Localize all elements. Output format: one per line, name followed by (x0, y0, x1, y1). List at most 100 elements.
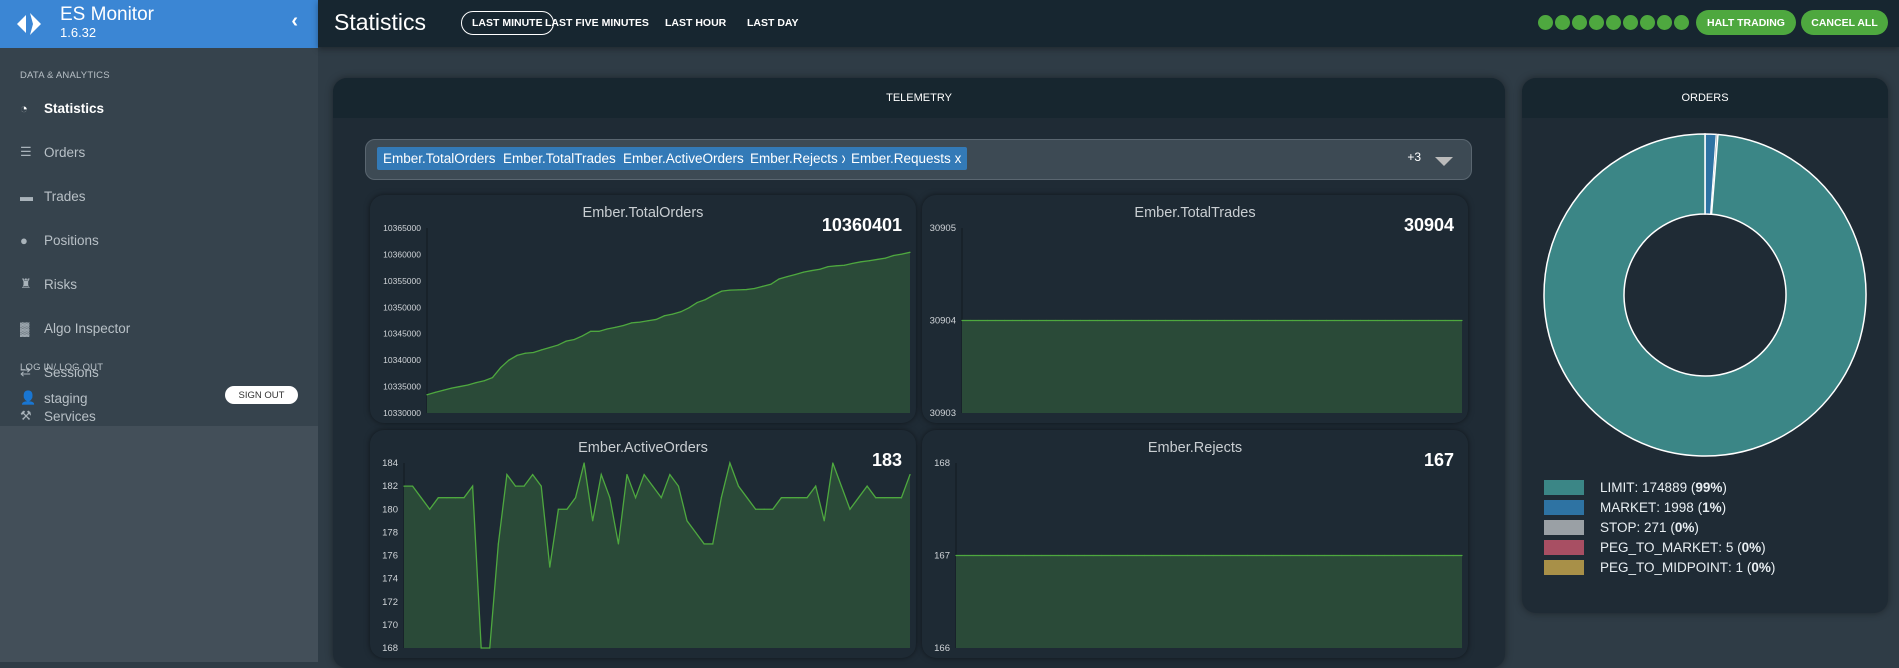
data-point (802, 271, 805, 273)
data-point (1015, 554, 1017, 557)
chart-card-activeorders: 184 182 180 178 176 174 172 170 168 Ember.ActiveO… (370, 430, 916, 658)
sidebar-item-label: Risks (44, 276, 77, 292)
data-point (1063, 319, 1065, 322)
dropdown-caret-icon[interactable] (1435, 157, 1453, 166)
data-point (1024, 554, 1026, 557)
data-point (574, 497, 577, 499)
data-point (704, 299, 706, 301)
legend-item: STOP: 271 (0%) (1544, 520, 1699, 535)
halt-trading-button[interactable]: HALT TRADING (1696, 10, 1796, 35)
data-point (557, 508, 559, 510)
data-point (1307, 554, 1309, 557)
dashboard-icon: ◔ (20, 100, 28, 116)
data-point (622, 324, 625, 327)
sidebar-menu: ES Monitor 1.6.32 ‹ DATA & ANALYTICS ◔ St… (0, 0, 318, 426)
data-point (1003, 319, 1005, 322)
sign-out-button[interactable]: SIGN OUT (225, 386, 298, 404)
data-point (1385, 319, 1387, 322)
data-point (442, 389, 444, 391)
data-point (598, 330, 600, 332)
data-point (1092, 554, 1094, 557)
data-point (459, 385, 461, 388)
sidebar-item-statistics[interactable]: ◔ Statistics (20, 96, 104, 120)
legend-value: 1998 (1663, 500, 1694, 515)
status-indicator-dot (1555, 15, 1570, 30)
chart-title: Ember.TotalTrades (1134, 205, 1256, 221)
data-point (1096, 319, 1099, 322)
y-tick-label: 170 (382, 620, 398, 631)
remove-tag-button[interactable]: x (955, 151, 962, 166)
data-point (663, 315, 666, 317)
data-point (506, 473, 508, 476)
range-last-day[interactable]: LAST DAY (736, 11, 810, 35)
data-point (1118, 554, 1120, 557)
y-tick-label: 10360000 (383, 249, 421, 259)
metric-select[interactable]: +3 Ember.TotalOrders xEmber.TotalTrades … (365, 139, 1472, 180)
y-tick-label: 10335000 (383, 382, 421, 392)
data-point (1139, 319, 1141, 322)
sidebar-item-label: Positions (44, 232, 99, 248)
y-tick-label: 176 (382, 551, 398, 562)
data-point (1058, 554, 1060, 557)
y-tick-label: 10340000 (383, 355, 421, 365)
data-point (583, 462, 585, 464)
data-point (475, 382, 477, 384)
data-point (1427, 554, 1429, 557)
range-last-five-minutes[interactable]: LAST FIVE MINUTES (534, 11, 660, 35)
telemetry-title: TELEMETRY (333, 78, 1505, 118)
metric-tag: Ember.Rejects x (744, 147, 855, 170)
data-point (1229, 554, 1232, 557)
card-icon: ▬ (20, 188, 33, 204)
sidebar-item-algo-inspector[interactable]: ▓ Algo Inspector (20, 316, 130, 340)
legend-item: PEG_TO_MARKET: 5 (0%) (1544, 540, 1766, 555)
sidebar-item-positions[interactable]: ● Positions (20, 228, 99, 252)
data-point (763, 508, 765, 510)
sidebar-item-trades[interactable]: ▬ Trades (20, 184, 86, 208)
data-point (1325, 319, 1328, 322)
data-point (1195, 554, 1197, 557)
data-point (549, 346, 551, 349)
bar-chart-icon: ▓ (20, 320, 30, 336)
data-point (770, 283, 772, 285)
range-last-hour[interactable]: LAST HOUR (654, 11, 737, 35)
data-point (532, 351, 535, 354)
data-point (1152, 554, 1154, 557)
legend-swatch (1544, 540, 1584, 555)
data-point (437, 497, 439, 499)
cancel-all-button[interactable]: CANCEL ALL (1801, 10, 1888, 35)
data-point (1444, 554, 1446, 557)
pie-slice-limit (1543, 133, 1867, 457)
sidebar-item-orders[interactable]: ☰ Orders (20, 140, 85, 164)
brand-header: ES Monitor 1.6.32 ‹ (0, 0, 318, 48)
metric-tag-label: Ember.Requests (851, 151, 951, 166)
data-point (900, 497, 903, 499)
data-point (1037, 319, 1039, 322)
data-point (794, 273, 796, 276)
data-point (1113, 319, 1116, 322)
sidebar-item-risks[interactable]: ♜ Risks (20, 272, 77, 296)
data-point (1264, 554, 1266, 557)
data-point (978, 319, 980, 322)
data-point (995, 319, 997, 322)
y-tick-label: 10345000 (383, 329, 421, 339)
data-point (1402, 319, 1404, 322)
collapse-sidebar-button[interactable]: ‹ (291, 10, 298, 33)
data-point (712, 294, 715, 296)
y-tick-label: 166 (934, 643, 950, 654)
data-point (827, 265, 829, 268)
sidebar-item-label: Orders (44, 144, 86, 160)
legend-swatch (1544, 560, 1584, 575)
metric-tag-label: Ember.TotalTrades (503, 151, 616, 166)
data-point (989, 554, 991, 557)
data-point (963, 554, 966, 557)
data-point (1375, 554, 1377, 557)
y-tick-label: 167 (934, 551, 950, 562)
data-point (1020, 319, 1022, 322)
y-tick-label: 10330000 (383, 408, 421, 418)
data-point (1342, 319, 1344, 322)
data-point (450, 387, 453, 389)
area-chart: 30905 30904 30903 (930, 223, 1463, 419)
data-point (1207, 319, 1209, 322)
status-indicator-dot (1657, 15, 1672, 30)
data-point (1419, 319, 1421, 322)
